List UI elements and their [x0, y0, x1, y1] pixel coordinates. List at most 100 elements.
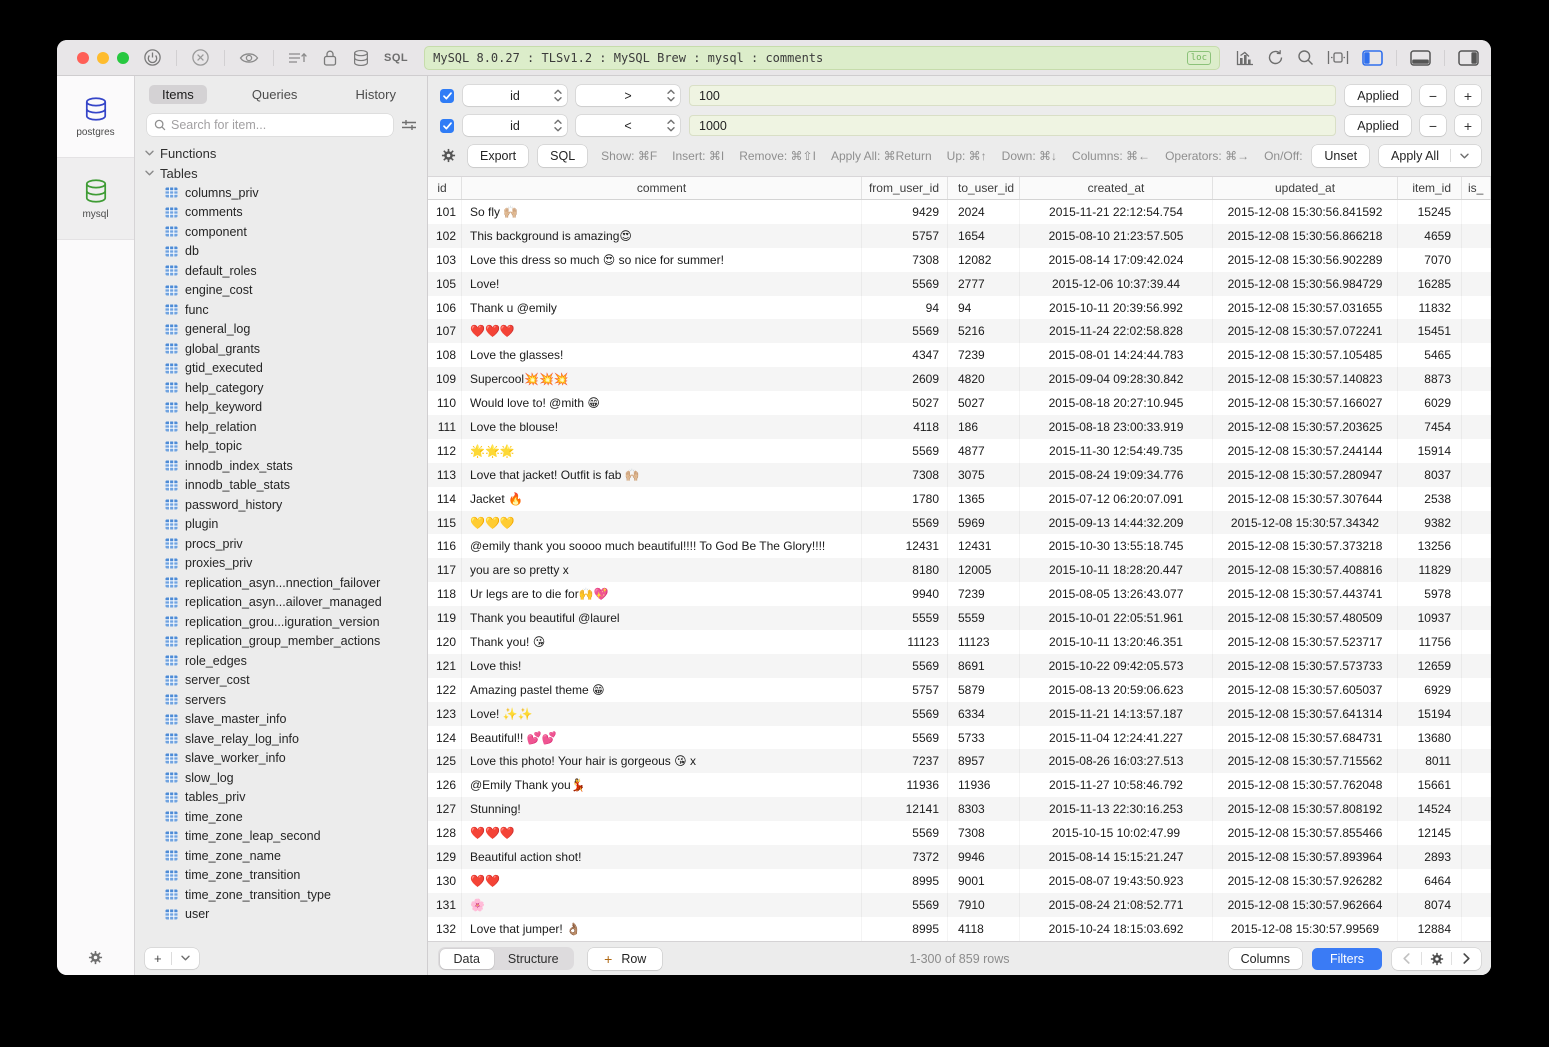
cell-item-id[interactable]: 2893 — [1398, 845, 1462, 869]
cell-item-id[interactable]: 7070 — [1398, 248, 1462, 272]
column-width-icon[interactable] — [1327, 50, 1349, 65]
cell-id[interactable]: 108 — [428, 343, 462, 367]
filter-remove-button[interactable]: − — [1420, 85, 1446, 106]
cell-id[interactable]: 130 — [428, 869, 462, 893]
cell-is[interactable] — [1462, 558, 1491, 582]
cell-id[interactable]: 120 — [428, 630, 462, 654]
cell-item-id[interactable]: 8873 — [1398, 367, 1462, 391]
cell-created-at[interactable]: 2015-11-04 12:24:41.227 — [1020, 726, 1213, 750]
filter-value-input[interactable] — [689, 115, 1336, 136]
cell-is[interactable] — [1462, 343, 1491, 367]
filter-column-select[interactable]: id — [463, 115, 567, 136]
cell-is[interactable] — [1462, 272, 1491, 296]
filter-operator-select[interactable]: > — [576, 85, 680, 106]
cell-is[interactable] — [1462, 224, 1491, 248]
cell-id[interactable]: 115 — [428, 511, 462, 535]
tree-item-table[interactable]: component — [135, 222, 427, 242]
cell-from-user-id[interactable]: 9429 — [862, 200, 948, 224]
cell-created-at[interactable]: 2015-11-13 22:30:16.253 — [1020, 797, 1213, 821]
cell-to-user-id[interactable]: 2024 — [948, 200, 1020, 224]
cell-to-user-id[interactable]: 8303 — [948, 797, 1020, 821]
tree-item-table[interactable]: password_history — [135, 495, 427, 515]
table-row[interactable]: 117 you are so pretty x 8180 12005 2015-… — [428, 558, 1491, 582]
cell-created-at[interactable]: 2015-10-01 22:05:51.961 — [1020, 606, 1213, 630]
next-page-button[interactable] — [1452, 948, 1481, 970]
cell-is[interactable] — [1462, 702, 1491, 726]
cell-to-user-id[interactable]: 11123 — [948, 630, 1020, 654]
cell-updated-at[interactable]: 2015-12-08 15:30:57.166027 — [1213, 391, 1398, 415]
cell-updated-at[interactable]: 2015-12-08 15:30:57.307644 — [1213, 487, 1398, 511]
cell-comment[interactable]: @Emily Thank you💃 — [462, 773, 862, 797]
cell-from-user-id[interactable]: 4118 — [862, 415, 948, 439]
tree-item-table[interactable]: replication_asyn...ailover_managed — [135, 593, 427, 613]
filter-applied-button[interactable]: Applied — [1345, 85, 1411, 106]
cell-to-user-id[interactable]: 94 — [948, 296, 1020, 320]
tree-item-table[interactable]: innodb_table_stats — [135, 476, 427, 496]
cell-updated-at[interactable]: 2015-12-08 15:30:57.072241 — [1213, 319, 1398, 343]
cell-id[interactable]: 106 — [428, 296, 462, 320]
filter-enabled-checkbox[interactable] — [440, 119, 454, 133]
cell-to-user-id[interactable]: 6334 — [948, 702, 1020, 726]
cell-item-id[interactable]: 11832 — [1398, 296, 1462, 320]
tree-item-table[interactable]: server_cost — [135, 671, 427, 691]
cell-from-user-id[interactable]: 5569 — [862, 702, 948, 726]
filters-button[interactable]: Filters — [1312, 948, 1382, 970]
cell-id[interactable]: 111 — [428, 415, 462, 439]
cell-comment[interactable]: Ur legs are to die for🙌💖 — [462, 582, 862, 606]
cell-to-user-id[interactable]: 11936 — [948, 773, 1020, 797]
page-settings-gear-icon[interactable] — [1422, 948, 1451, 970]
cell-created-at[interactable]: 2015-10-11 18:28:20.447 — [1020, 558, 1213, 582]
tree-item-table[interactable]: time_zone — [135, 807, 427, 827]
cell-is[interactable] — [1462, 893, 1491, 917]
cell-created-at[interactable]: 2015-07-12 06:20:07.091 — [1020, 487, 1213, 511]
cell-comment[interactable]: Beautiful!! 💕💕 — [462, 726, 862, 750]
cell-created-at[interactable]: 2015-08-18 23:00:33.919 — [1020, 415, 1213, 439]
cell-from-user-id[interactable]: 11123 — [862, 630, 948, 654]
toggle-right-panel-icon[interactable] — [1458, 50, 1479, 66]
cell-item-id[interactable]: 6929 — [1398, 678, 1462, 702]
cell-to-user-id[interactable]: 12082 — [948, 248, 1020, 272]
cell-is[interactable] — [1462, 463, 1491, 487]
cell-created-at[interactable]: 2015-08-01 14:24:44.783 — [1020, 343, 1213, 367]
column-header[interactable]: to_user_id — [948, 177, 1020, 199]
table-row[interactable]: 118 Ur legs are to die for🙌💖 9940 7239 2… — [428, 582, 1491, 606]
cell-item-id[interactable]: 11829 — [1398, 558, 1462, 582]
cell-created-at[interactable]: 2015-08-05 13:26:43.077 — [1020, 582, 1213, 606]
filter-add-button[interactable]: + — [1455, 115, 1481, 136]
cell-is[interactable] — [1462, 200, 1491, 224]
cell-comment[interactable]: @emily thank you soooo much beautiful!!!… — [462, 534, 862, 558]
column-header[interactable]: comment — [462, 177, 862, 199]
cell-is[interactable] — [1462, 367, 1491, 391]
cell-id[interactable]: 109 — [428, 367, 462, 391]
cell-updated-at[interactable]: 2015-12-08 15:30:56.866218 — [1213, 224, 1398, 248]
cell-is[interactable] — [1462, 296, 1491, 320]
table-row[interactable]: 110 Would love to! @mith 😁 5027 5027 201… — [428, 391, 1491, 415]
add-item-menu-button[interactable] — [172, 948, 199, 969]
cell-item-id[interactable]: 15194 — [1398, 702, 1462, 726]
cell-comment[interactable]: Would love to! @mith 😁 — [462, 391, 862, 415]
cell-comment[interactable]: you are so pretty x — [462, 558, 862, 582]
cell-updated-at[interactable]: 2015-12-08 15:30:57.031655 — [1213, 296, 1398, 320]
cell-created-at[interactable]: 2015-08-14 15:15:21.247 — [1020, 845, 1213, 869]
cell-created-at[interactable]: 2015-10-24 18:15:03.692 — [1020, 917, 1213, 941]
table-row[interactable]: 131 🌸 5569 7910 2015-08-24 21:08:52.771 … — [428, 893, 1491, 917]
cell-id[interactable]: 101 — [428, 200, 462, 224]
sidebar-tab[interactable]: Items — [149, 85, 207, 104]
tree-item-table[interactable]: default_roles — [135, 261, 427, 281]
cell-from-user-id[interactable]: 7308 — [862, 463, 948, 487]
table-row[interactable]: 101 So fly 🙌🏼 9429 2024 2015-11-21 22:12… — [428, 200, 1491, 224]
cell-id[interactable]: 117 — [428, 558, 462, 582]
database-icon[interactable] — [352, 49, 370, 67]
cell-comment[interactable]: ❤️❤️ — [462, 869, 862, 893]
cell-is[interactable] — [1462, 630, 1491, 654]
cell-comment[interactable]: 💛💛💛 — [462, 511, 862, 535]
cell-item-id[interactable]: 13680 — [1398, 726, 1462, 750]
cell-to-user-id[interactable]: 5216 — [948, 319, 1020, 343]
cell-comment[interactable]: Supercool💥💥💥 — [462, 367, 862, 391]
cell-from-user-id[interactable]: 9940 — [862, 582, 948, 606]
cell-id[interactable]: 126 — [428, 773, 462, 797]
eye-icon[interactable] — [239, 50, 259, 66]
cell-created-at[interactable]: 2015-08-26 16:03:27.513 — [1020, 749, 1213, 773]
cell-comment[interactable]: Thank u @emily — [462, 296, 862, 320]
cell-item-id[interactable]: 5978 — [1398, 582, 1462, 606]
